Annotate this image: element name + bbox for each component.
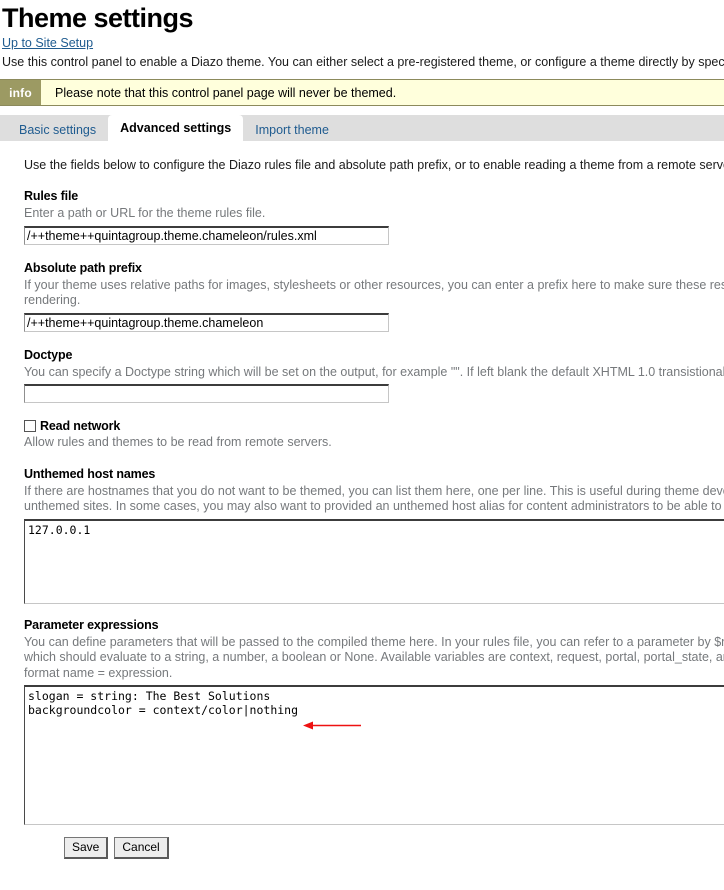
- form-top-help: Use the fields below to configure the Di…: [24, 158, 724, 172]
- info-badge: info: [0, 80, 41, 105]
- rules-file-label: Rules file: [24, 189, 79, 203]
- unthemed-host-names-label: Unthemed host names: [24, 466, 156, 481]
- form-controls: Save Cancel: [24, 837, 724, 859]
- read-network-checkbox[interactable]: [24, 420, 36, 432]
- parameter-expressions-help: You can define parameters that will be p…: [24, 634, 724, 680]
- page-title: Theme settings: [2, 3, 194, 33]
- save-button[interactable]: Save: [64, 837, 109, 859]
- info-message-text: Please note that this control panel page…: [55, 85, 397, 100]
- rules-file-help: Enter a path or URL for the theme rules …: [24, 206, 266, 220]
- info-portal-message: info Please note that this control panel…: [0, 79, 724, 106]
- cancel-button[interactable]: Cancel: [114, 837, 169, 859]
- page-description: Use this control panel to enable a Diazo…: [2, 55, 724, 69]
- rules-file-input[interactable]: [24, 225, 389, 245]
- field-absolute-path-prefix: Absolute path prefix If your theme uses …: [24, 261, 724, 332]
- breadcrumb-up-to-site-setup-link[interactable]: Up to Site Setup: [2, 35, 93, 51]
- absolute-path-prefix-label: Absolute path prefix: [24, 260, 142, 275]
- field-parameter-expressions: Parameter expressions You can define par…: [24, 617, 724, 825]
- unthemed-host-names-help: If there are hostnames that you do not w…: [24, 483, 724, 514]
- field-doctype: Doctype You can specify a Doctype string…: [24, 347, 724, 403]
- settings-tabs: Basic settings Advanced settings Import …: [0, 115, 724, 141]
- parameter-expressions-textarea[interactable]: [24, 685, 724, 825]
- doctype-help: You can specify a Doctype string which w…: [24, 364, 724, 379]
- read-network-label[interactable]: Read network: [40, 419, 120, 433]
- doctype-label: Doctype: [24, 347, 73, 362]
- absolute-path-prefix-input[interactable]: [24, 312, 389, 332]
- field-rules-file: Rules file Enter a path or URL for the t…: [24, 189, 724, 245]
- tab-import-theme[interactable]: Import theme: [243, 119, 341, 141]
- field-unthemed-host-names: Unthemed host names If there are hostnam…: [24, 467, 724, 604]
- advanced-settings-form: Use the fields below to configure the Di…: [0, 157, 724, 859]
- field-read-network: Read network Allow rules and themes to b…: [24, 419, 724, 451]
- read-network-row[interactable]: Read network: [24, 419, 724, 433]
- tab-basic-settings[interactable]: Basic settings: [7, 119, 108, 141]
- read-network-help: Allow rules and themes to be read from r…: [24, 435, 332, 449]
- absolute-path-prefix-help: If your theme uses relative paths for im…: [24, 277, 724, 308]
- unthemed-host-names-textarea[interactable]: [24, 518, 724, 604]
- tab-advanced-settings[interactable]: Advanced settings: [108, 115, 244, 141]
- doctype-input[interactable]: [24, 384, 389, 403]
- parameter-expressions-label: Parameter expressions: [24, 617, 159, 632]
